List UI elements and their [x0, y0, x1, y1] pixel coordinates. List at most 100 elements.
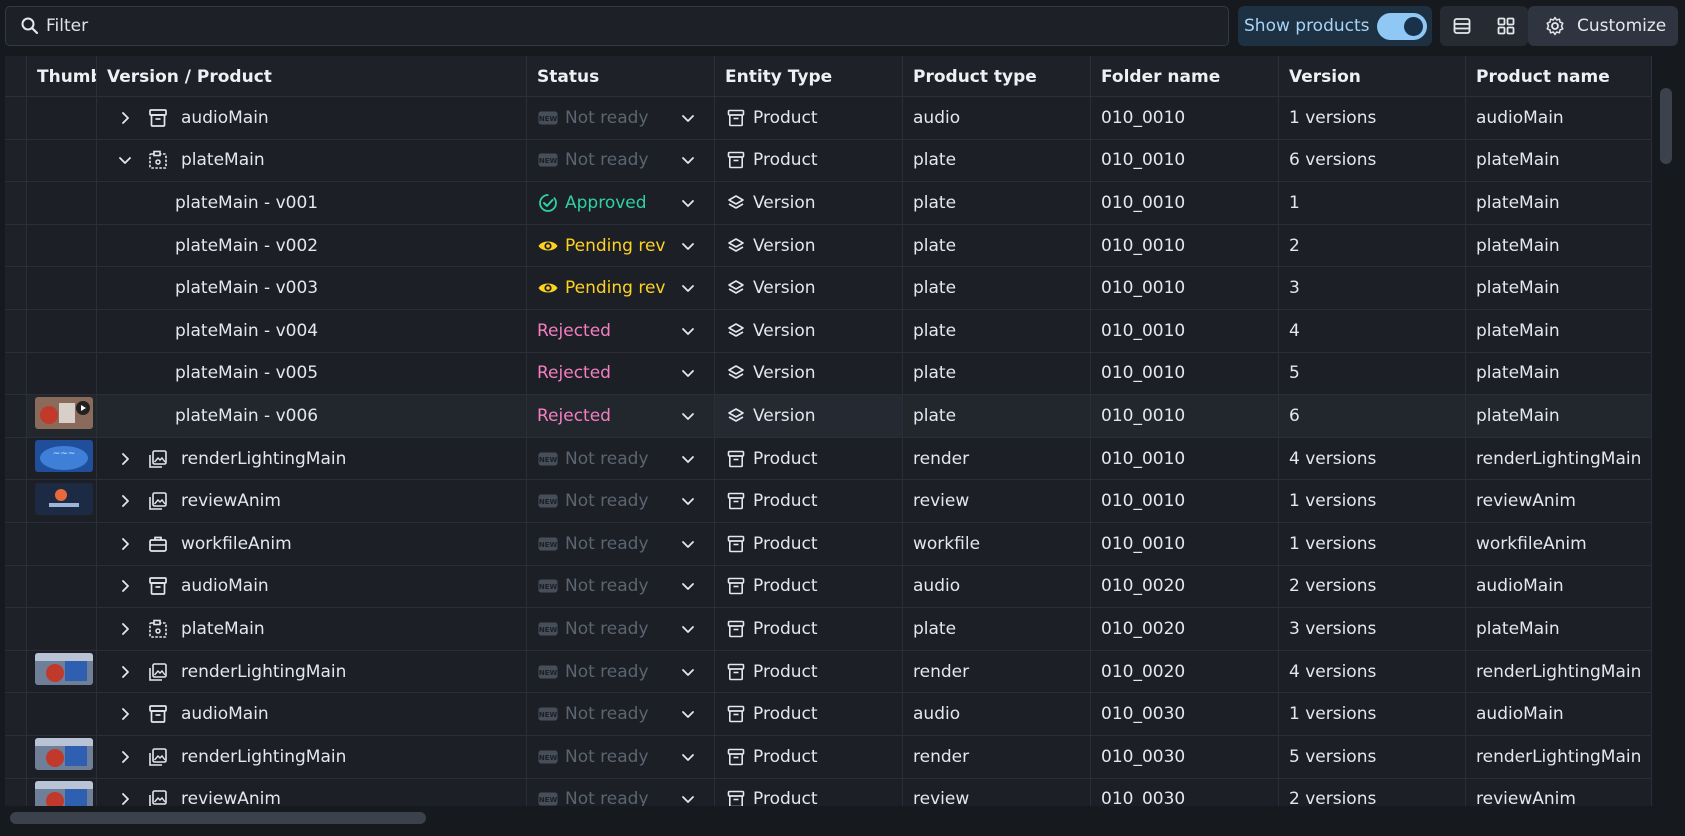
table-row[interactable]: plateMain - v001 Approved Version plate 010_… [5, 182, 1652, 225]
table-row[interactable]: plateMain - v005 Rejected Version plate 010_… [5, 352, 1652, 396]
thumbnail-cell[interactable] [27, 778, 97, 806]
name-cell[interactable]: audioMain [97, 97, 527, 139]
name-cell[interactable]: plateMain - v005 [97, 352, 527, 395]
column-header-folder-name[interactable]: Folder name [1091, 56, 1279, 97]
thumbnail-cell[interactable] [27, 97, 97, 139]
column-header-product-name[interactable]: Product name [1466, 56, 1652, 97]
name-cell[interactable]: renderLightingMain [97, 650, 527, 693]
name-cell[interactable]: plateMain - v006 [97, 395, 527, 437]
column-header-version[interactable]: Version [1279, 56, 1466, 97]
row-select-cell[interactable] [5, 650, 27, 693]
chevron-right-icon[interactable] [115, 704, 135, 724]
show-products-toggle-group[interactable]: Show products [1238, 6, 1432, 46]
table-row[interactable]: plateMain - v002 Pending review Version pla… [5, 224, 1652, 268]
thumbnail-cell[interactable] [27, 352, 97, 395]
row-select-cell[interactable] [5, 522, 27, 565]
name-cell[interactable]: audioMain [97, 693, 527, 735]
row-select-cell[interactable] [5, 735, 27, 778]
status-dropdown[interactable]: NEW Not ready [527, 693, 715, 735]
name-cell[interactable]: renderLightingMain [97, 735, 527, 778]
table-row[interactable]: plateMain - v004 Rejected Version plate 010_… [5, 309, 1652, 353]
name-cell[interactable]: workfileAnim [97, 522, 527, 565]
column-header-status[interactable]: Status [527, 56, 715, 97]
status-dropdown[interactable]: NEW Not ready [527, 437, 715, 480]
status-dropdown[interactable]: NEW Not ready [527, 778, 715, 806]
chevron-right-icon[interactable] [115, 491, 135, 511]
filter-box[interactable] [5, 6, 1229, 46]
thumbnail-cell[interactable] [27, 182, 97, 224]
status-dropdown[interactable]: NEW Not ready [527, 650, 715, 693]
thumbnail-cell[interactable] [27, 480, 97, 522]
table-row[interactable]: audioMain NEW Not ready Product audio 010_003… [5, 693, 1652, 736]
thumbnail-cell[interactable] [27, 395, 97, 437]
thumbnail-cell[interactable] [27, 608, 97, 650]
name-cell[interactable]: plateMain [97, 608, 527, 650]
status-dropdown[interactable]: Approved [527, 182, 715, 224]
row-select-cell[interactable] [5, 182, 27, 224]
row-select-cell[interactable] [5, 608, 27, 650]
status-dropdown[interactable]: NEW Not ready [527, 139, 715, 182]
status-dropdown[interactable]: NEW Not ready [527, 522, 715, 565]
name-cell[interactable]: reviewAnim [97, 480, 527, 522]
status-dropdown[interactable]: Pending review [527, 267, 715, 309]
table-row[interactable]: reviewAnim NEW Not ready Product review 010_0… [5, 778, 1652, 806]
status-dropdown[interactable]: Rejected [527, 395, 715, 437]
name-cell[interactable]: plateMain - v002 [97, 224, 527, 267]
thumbnail-cell[interactable] [27, 224, 97, 267]
chevron-right-icon[interactable] [115, 789, 135, 806]
table-row[interactable]: renderLightingMain NEW Not ready Product ren… [5, 650, 1652, 694]
name-cell[interactable]: plateMain - v003 [97, 267, 527, 309]
thumbnail-cell[interactable] [27, 522, 97, 565]
filter-input[interactable] [46, 16, 1196, 36]
status-dropdown[interactable]: NEW Not ready [527, 735, 715, 778]
thumbnail-cell[interactable] [27, 565, 97, 608]
status-dropdown[interactable]: Rejected [527, 352, 715, 395]
row-select-cell[interactable] [5, 224, 27, 267]
horizontal-scrollbar[interactable] [10, 812, 426, 824]
customize-button[interactable]: Customize [1528, 6, 1678, 46]
row-select-cell[interactable] [5, 97, 27, 139]
status-dropdown[interactable]: NEW Not ready [527, 608, 715, 650]
table-row[interactable]: plateMain - v006 Rejected Version plate 010_… [5, 395, 1652, 438]
table-row[interactable]: reviewAnim NEW Not ready Product review 010_0… [5, 480, 1652, 523]
chevron-down-icon[interactable] [115, 150, 135, 170]
name-cell[interactable]: plateMain [97, 139, 527, 182]
table-row[interactable]: workfileAnim NEW Not ready Product workfile 0… [5, 522, 1652, 566]
thumbnail-cell[interactable] [27, 139, 97, 182]
thumbnail-cell[interactable] [27, 735, 97, 778]
chevron-right-icon[interactable] [115, 747, 135, 767]
name-cell[interactable]: audioMain [97, 565, 527, 608]
name-cell[interactable]: reviewAnim [97, 778, 527, 806]
row-select-cell[interactable] [5, 267, 27, 309]
name-cell[interactable]: renderLightingMain [97, 437, 527, 480]
table-row[interactable]: audioMain NEW Not ready Product audio 010_001… [5, 97, 1652, 140]
column-header-product-type[interactable]: Product type [903, 56, 1091, 97]
thumbnail-cell[interactable] [27, 267, 97, 309]
chevron-right-icon[interactable] [115, 534, 135, 554]
column-header-version-product[interactable]: Version / Product [97, 56, 527, 97]
thumbnail-cell[interactable] [27, 309, 97, 352]
row-select-cell[interactable] [5, 352, 27, 395]
thumbnail-cell[interactable]: ~~~ [27, 437, 97, 480]
chevron-right-icon[interactable] [115, 619, 135, 639]
status-dropdown[interactable]: NEW Not ready [527, 97, 715, 139]
column-header-thumb[interactable]: Thumb [27, 56, 97, 97]
row-select-cell[interactable] [5, 139, 27, 182]
column-header-entity-type[interactable]: Entity Type [715, 56, 903, 97]
status-dropdown[interactable]: Rejected [527, 309, 715, 352]
vertical-scrollbar[interactable] [1660, 88, 1672, 164]
column-header-select[interactable] [5, 56, 27, 97]
row-select-cell[interactable] [5, 565, 27, 608]
chevron-right-icon[interactable] [115, 662, 135, 682]
table-row[interactable]: ~~~ renderLightingMain NEW Not ready Product… [5, 437, 1652, 481]
status-dropdown[interactable]: Pending review [527, 224, 715, 267]
thumbnail-cell[interactable] [27, 650, 97, 693]
row-select-cell[interactable] [5, 437, 27, 480]
row-select-cell[interactable] [5, 480, 27, 522]
thumbnail-cell[interactable] [27, 693, 97, 735]
name-cell[interactable]: plateMain - v004 [97, 309, 527, 352]
table-row[interactable]: renderLightingMain NEW Not ready Product ren… [5, 735, 1652, 779]
row-select-cell[interactable] [5, 395, 27, 437]
table-row[interactable]: plateMain - v003 Pending review Version pla… [5, 267, 1652, 310]
list-view-button[interactable] [1440, 6, 1484, 46]
